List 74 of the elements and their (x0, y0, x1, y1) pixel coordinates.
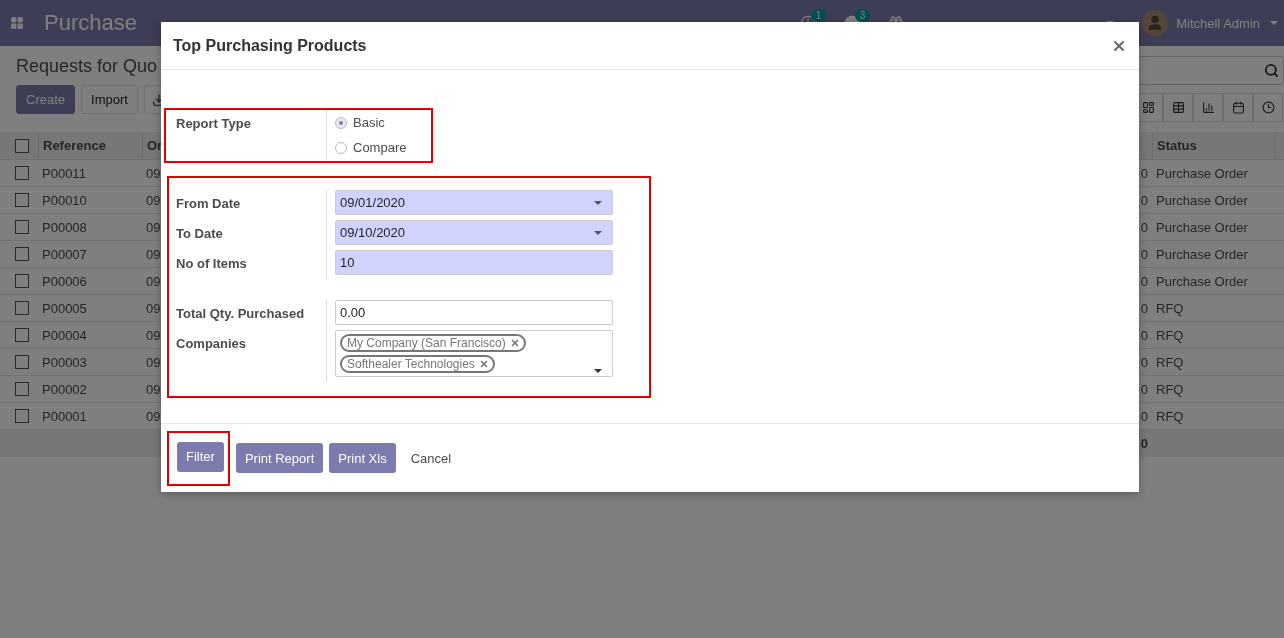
table-cell: P00005 (38, 295, 142, 322)
column-header[interactable]: Reference (38, 132, 142, 160)
app-title: Purchase (44, 10, 137, 36)
radio-button[interactable] (335, 116, 347, 129)
checkbox[interactable] (15, 382, 29, 396)
checkbox[interactable] (15, 328, 29, 342)
table-cell: Purchase Order (1152, 214, 1275, 241)
date-field[interactable]: 09/10/2020 (335, 220, 613, 245)
graph-view-button[interactable] (1193, 93, 1223, 122)
input-field[interactable]: 0.00 (335, 300, 613, 325)
remove-icon[interactable] (509, 338, 520, 348)
checkbox[interactable] (15, 274, 29, 288)
tags-field[interactable]: My Company (San Francisco) Softhealer Technologies (335, 330, 613, 377)
table-cell: Purchase Order (1152, 160, 1275, 187)
table-cell: RFQ (1152, 376, 1275, 403)
kanban-icon (1141, 101, 1155, 114)
calendar-view-button[interactable] (1223, 93, 1253, 122)
date-field[interactable]: 09/01/2020 (335, 190, 613, 215)
field-label: To Date (176, 225, 224, 243)
table-cell: P00003 (38, 349, 142, 376)
radio-button[interactable] (335, 141, 347, 154)
bar-chart-icon (1201, 101, 1215, 114)
checkbox[interactable] (15, 138, 29, 153)
table-cell: P00004 (38, 322, 142, 349)
table-cell: P00006 (38, 268, 142, 295)
company-tag: My Company (San Francisco) (340, 334, 526, 352)
toolbar-button[interactable]: Import (81, 85, 138, 114)
date-value: 09/10/2020 (340, 225, 406, 240)
search-icon[interactable] (1264, 63, 1279, 78)
field-label: No of Items (176, 255, 248, 273)
list-view-button[interactable] (1163, 93, 1193, 122)
table-cell: P00011 (38, 160, 142, 187)
field-label: From Date (176, 195, 242, 213)
table-cell: P00010 (38, 187, 142, 214)
field-label: Report Type (176, 115, 252, 133)
checkbox[interactable] (15, 355, 29, 369)
table-cell: Purchase Order (1152, 241, 1275, 268)
dialog-title: Top Purchasing Products (173, 36, 367, 55)
checkbox[interactable] (15, 409, 29, 423)
checkbox[interactable] (15, 247, 29, 261)
checkbox[interactable] (15, 301, 29, 315)
table-icon (1171, 101, 1185, 114)
toolbar-button[interactable]: Create (16, 85, 76, 114)
field-label: Total Qty. Purchased (176, 305, 306, 323)
table-cell: RFQ (1152, 322, 1275, 349)
column-header[interactable]: Status (1152, 132, 1275, 160)
date-value: 09/01/2020 (340, 195, 406, 210)
dialog-button[interactable]: Print Report (235, 443, 324, 473)
table-cell: Purchase Order (1152, 268, 1275, 295)
company-tag: Softhealer Technologies (340, 355, 495, 373)
dialog-button[interactable]: Filter (177, 441, 224, 472)
table-cell: P00008 (38, 214, 142, 241)
radio-option[interactable]: Basic (335, 110, 407, 135)
table-cell: RFQ (1152, 349, 1275, 376)
notification-badge: 3 (854, 9, 871, 22)
input-field[interactable]: 10 (335, 250, 613, 275)
field-label: Companies (176, 335, 248, 353)
table-cell: Purchase Order (1152, 187, 1275, 214)
user-menu[interactable]: Mitchell Admin (1176, 15, 1260, 31)
apps-menu-icon[interactable] (10, 16, 24, 30)
notification-badge: 1 (810, 9, 827, 22)
checkbox[interactable] (15, 166, 29, 180)
remove-icon[interactable] (478, 359, 489, 369)
checkbox[interactable] (15, 220, 29, 234)
calendar-icon (1231, 101, 1245, 114)
table-cell: RFQ (1152, 295, 1275, 322)
checkbox[interactable] (15, 193, 29, 207)
table-cell: P00007 (38, 241, 142, 268)
clock-icon (1261, 101, 1275, 114)
activity-view-button[interactable] (1253, 93, 1283, 122)
radio-option[interactable]: Compare (335, 135, 407, 160)
table-cell: P00002 (38, 376, 142, 403)
page-title: Requests for Quo (16, 56, 159, 77)
dialog-button[interactable]: Print Xls (329, 443, 396, 473)
